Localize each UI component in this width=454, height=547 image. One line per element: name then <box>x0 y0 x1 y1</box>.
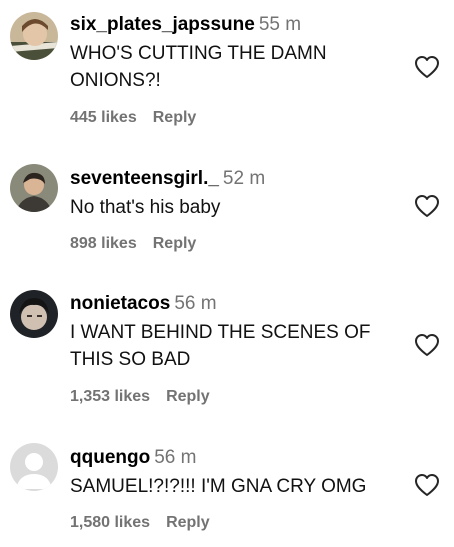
avatar[interactable] <box>10 290 58 338</box>
reply-button[interactable]: Reply <box>166 388 210 405</box>
comment-text: I WANT BEHIND THE SCENES OF THIS SO BAD <box>70 322 371 370</box>
like-heart-button[interactable] <box>414 194 440 218</box>
avatar[interactable] <box>10 443 58 491</box>
like-heart-button[interactable] <box>414 333 440 357</box>
comment-item: six_plates_japssune 55 m WHO'S CUTTING TH… <box>0 0 454 140</box>
reply-button[interactable]: Reply <box>166 514 210 531</box>
comment-timestamp: 56 m <box>174 293 217 314</box>
comment-text: SAMUEL!?!?!!! I'M GNA CRY OMG <box>70 476 367 497</box>
reply-button[interactable]: Reply <box>153 235 197 252</box>
default-avatar-icon <box>10 443 58 491</box>
likes-count[interactable]: 1,580 likes <box>70 514 150 531</box>
heart-icon <box>415 195 439 217</box>
comment-timestamp: 52 m <box>222 168 266 189</box>
heart-icon <box>415 334 439 356</box>
comment-item: qquengo 56 m SAMUEL!?!?!!! I'M GNA CRY OM… <box>0 0 454 531</box>
likes-count[interactable]: 445 likes <box>70 109 137 126</box>
user-photo-avatar-icon <box>10 164 58 212</box>
like-heart-button[interactable] <box>414 473 440 497</box>
user-photo-avatar-icon <box>10 12 58 60</box>
comment-username[interactable]: qquengo <box>70 447 150 468</box>
comment-text: WHO'S CUTTING THE DAMN ONIONS?! <box>70 43 327 91</box>
comment-username[interactable]: nonietacos <box>70 293 170 314</box>
heart-icon <box>415 474 439 496</box>
likes-count[interactable]: 898 likes <box>70 235 137 252</box>
comment-text: No that's his baby <box>70 197 221 218</box>
heart-icon <box>415 56 439 78</box>
comment-timestamp: 55 m <box>258 14 302 35</box>
like-heart-button[interactable] <box>414 55 440 79</box>
comment-username[interactable]: six_plates_japssune <box>70 14 255 35</box>
reply-button[interactable]: Reply <box>153 109 197 126</box>
user-photo-avatar-icon <box>10 290 58 338</box>
avatar[interactable] <box>10 12 58 60</box>
comment-timestamp: 56 m <box>154 447 197 468</box>
comment-username[interactable]: seventeensgirl._ <box>70 168 219 189</box>
avatar[interactable] <box>10 164 58 212</box>
likes-count[interactable]: 1,353 likes <box>70 388 150 405</box>
